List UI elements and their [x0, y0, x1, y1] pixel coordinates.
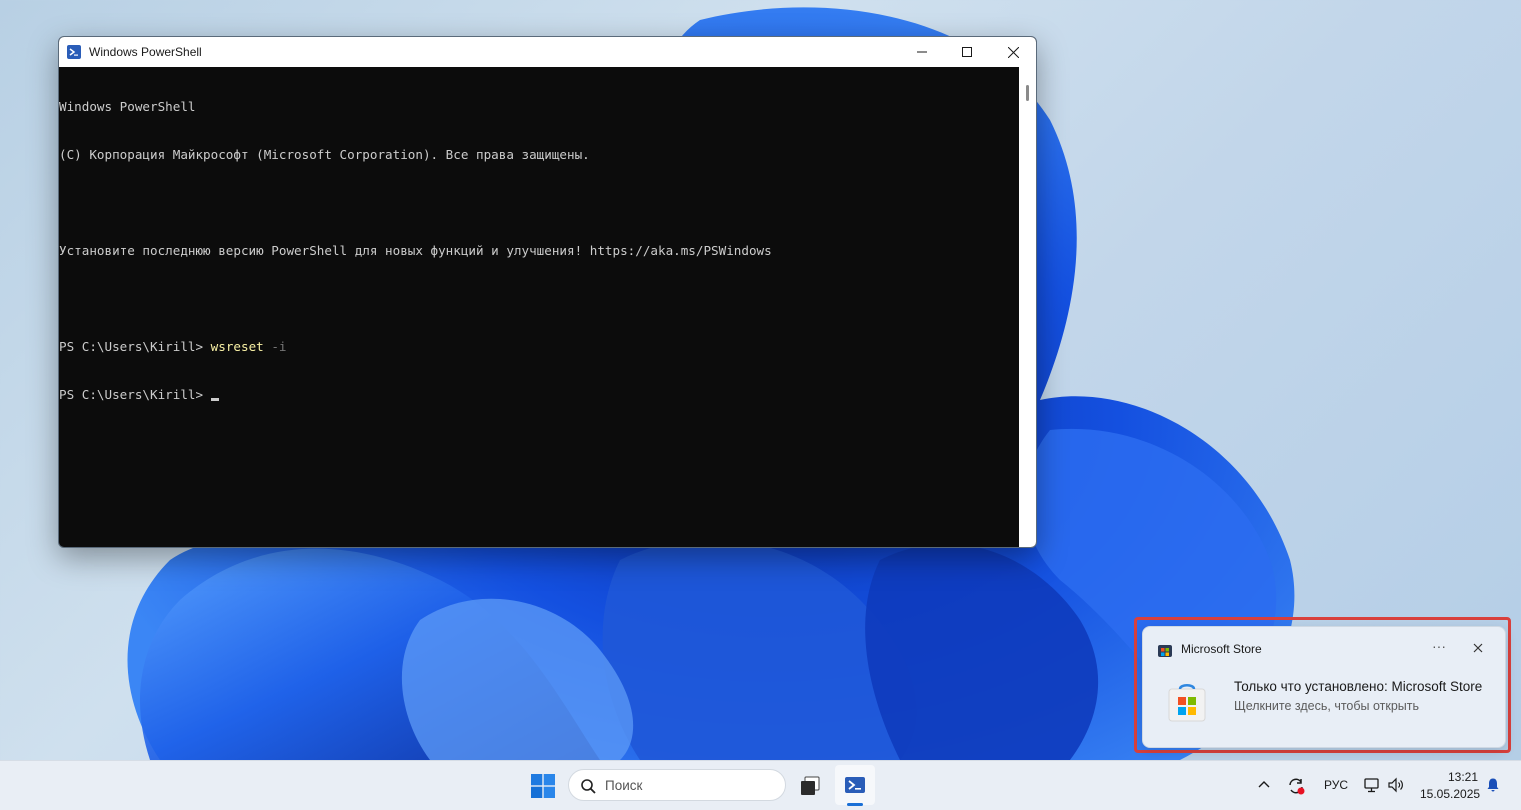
clock-time[interactable]: 13:21	[1420, 770, 1478, 784]
taskbar-search-box[interactable]: Поиск	[568, 769, 786, 801]
maximize-button[interactable]	[944, 37, 990, 67]
console-line: Windows PowerShell	[59, 99, 196, 114]
window-title: Windows PowerShell	[89, 45, 202, 59]
active-app-indicator	[847, 803, 863, 806]
command-name: wsreset	[210, 339, 264, 354]
network-icon[interactable]	[1363, 776, 1381, 794]
close-icon	[1007, 46, 1019, 58]
close-button[interactable]	[990, 37, 1036, 67]
chevron-up-icon[interactable]	[1257, 778, 1271, 792]
taskbar-powershell-button[interactable]	[835, 765, 875, 805]
console-input-line[interactable]: PS C:\Users\Kirill>	[59, 387, 1019, 403]
powershell-window[interactable]: Windows PowerShell Windows PowerShell (C…	[58, 36, 1037, 548]
taskbar: Поиск РУС 13:21 15.05.2025	[0, 760, 1521, 810]
text-cursor	[210, 398, 219, 401]
notification-close-icon[interactable]	[1469, 639, 1487, 657]
search-icon	[581, 779, 596, 794]
prompt: PS C:\Users\Kirill>	[59, 387, 211, 402]
notification-title: Только что установлено: Microsoft Store	[1234, 679, 1483, 694]
store-notification-toast[interactable]: Microsoft Store ··· Только что установле…	[1142, 626, 1506, 748]
volume-icon[interactable]	[1387, 776, 1405, 794]
microsoft-store-small-icon	[1158, 645, 1172, 657]
maximize-icon	[962, 47, 972, 57]
task-view-icon[interactable]	[799, 775, 821, 797]
powershell-icon	[845, 777, 865, 793]
notification-app-name: Microsoft Store	[1181, 642, 1262, 656]
console-line: (C) Корпорация Майкрософт (Microsoft Cor…	[59, 147, 590, 162]
window-titlebar[interactable]: Windows PowerShell	[59, 37, 1036, 67]
console-command-line: PS C:\Users\Kirill> wsreset -i	[59, 339, 1019, 355]
search-placeholder: Поиск	[605, 778, 643, 793]
notification-bell-icon[interactable]	[1485, 777, 1501, 793]
clock-date[interactable]: 15.05.2025	[1420, 787, 1480, 801]
vertical-scrollbar[interactable]	[1019, 67, 1036, 547]
more-options-button[interactable]: ···	[1429, 637, 1449, 657]
powershell-icon	[67, 45, 81, 59]
microsoft-store-icon	[1168, 684, 1206, 722]
minimize-button[interactable]	[899, 37, 945, 67]
sync-alert-icon[interactable]	[1286, 776, 1306, 796]
input-language-indicator[interactable]: РУС	[1324, 778, 1348, 792]
scrollbar-thumb[interactable]	[1026, 85, 1029, 101]
command-parameter: -i	[263, 339, 287, 354]
minimize-icon	[917, 51, 927, 53]
prompt: PS C:\Users\Kirill>	[59, 339, 211, 354]
notification-subtitle: Щелкните здесь, чтобы открыть	[1234, 699, 1420, 713]
console-output[interactable]: Windows PowerShell (C) Корпорация Майкро…	[59, 67, 1019, 547]
start-button[interactable]	[531, 774, 555, 798]
console-line: Установите последнюю версию PowerShell д…	[59, 243, 772, 258]
